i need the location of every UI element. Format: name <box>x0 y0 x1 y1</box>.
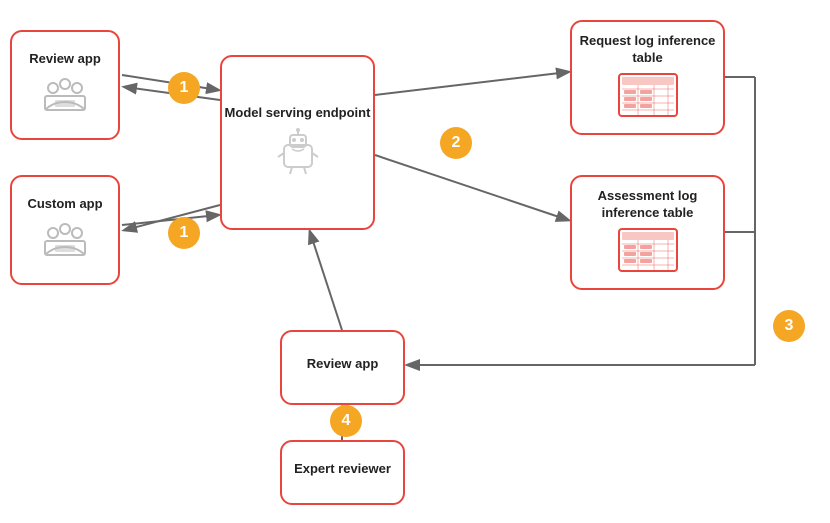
diagram-container: Review app Custom app <box>0 0 830 523</box>
request-log-box: Request log inference table <box>570 20 725 135</box>
model-serving-label: Model serving endpoint <box>225 105 371 122</box>
badge-2: 2 <box>440 127 472 159</box>
request-log-table-icon <box>618 73 678 122</box>
review-app-top-box: Review app <box>10 30 120 140</box>
expert-reviewer-label: Expert reviewer <box>294 461 391 478</box>
review-app-bottom-box: Review app <box>280 330 405 405</box>
badge-4: 4 <box>330 405 362 437</box>
people-icon-review-top <box>40 74 90 119</box>
expert-reviewer-box: Expert reviewer <box>280 440 405 505</box>
robot-icon <box>274 127 322 180</box>
request-log-label: Request log inference table <box>572 33 723 67</box>
custom-app-label: Custom app <box>27 196 102 213</box>
badge-3: 3 <box>773 310 805 342</box>
assessment-log-label: Assessment log inference table <box>572 188 723 222</box>
badge-1-top: 1 <box>168 72 200 104</box>
people-icon-custom <box>40 219 90 264</box>
badge-1-bottom: 1 <box>168 217 200 249</box>
assessment-log-box: Assessment log inference table <box>570 175 725 290</box>
review-app-bottom-label: Review app <box>307 356 379 373</box>
assessment-log-table-icon <box>618 228 678 277</box>
model-serving-box: Model serving endpoint <box>220 55 375 230</box>
review-app-top-label: Review app <box>29 51 101 68</box>
custom-app-box: Custom app <box>10 175 120 285</box>
